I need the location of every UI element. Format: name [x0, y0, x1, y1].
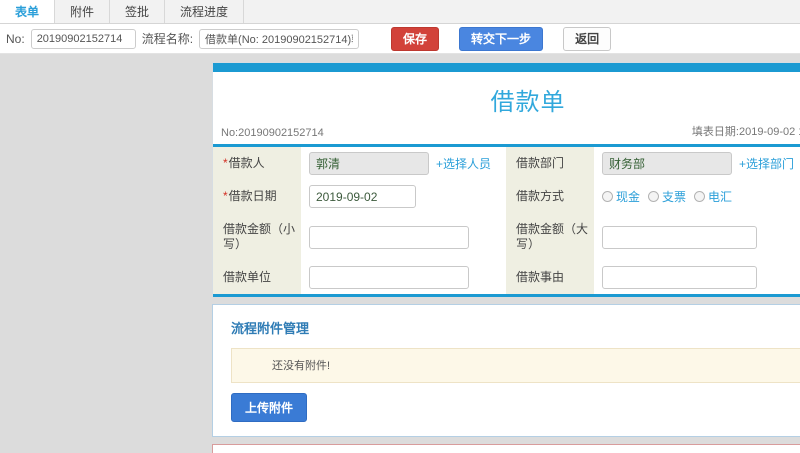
form-row-1: *借款人 +选择人员 借款部门 +选择部门 — [213, 147, 800, 180]
required-mark: * — [223, 189, 228, 203]
back-button[interactable]: 返回 — [563, 26, 612, 51]
tab-form[interactable]: 表单 — [0, 0, 56, 23]
loan-method-radio-group: 现金 支票 电汇 — [602, 188, 732, 205]
form-row-4: 借款单位 借款事由 — [213, 261, 800, 294]
forward-next-step-button[interactable]: 转交下一步 — [459, 26, 544, 51]
attachment-heading: 流程附件管理 — [231, 321, 310, 336]
amount-uppercase-label: 借款金额（大写） — [506, 213, 594, 261]
panel-top-accent-bar — [213, 63, 800, 72]
loan-reason-label: 借款事由 — [506, 261, 594, 294]
select-department-link[interactable]: +选择部门 — [739, 155, 794, 172]
amount-lowercase-label: 借款金额（小写） — [213, 213, 301, 261]
amount-lowercase-input[interactable] — [309, 225, 469, 249]
department-label: 借款部门 — [506, 147, 594, 180]
required-mark: * — [223, 156, 228, 170]
main-content: 借款单 No:20190902152714 填表日期:2019-09-02 15… — [212, 62, 800, 453]
tab-attachments[interactable]: 附件 — [55, 0, 111, 23]
doc-number: No:20190902152714 — [221, 127, 324, 139]
tab-process-progress[interactable]: 流程进度 — [165, 0, 245, 23]
process-name-label: 流程名称: — [141, 32, 194, 46]
form-row-2: *借款日期 借款方式 现金 支票 — [213, 180, 800, 213]
loan-unit-label: 借款单位 — [213, 261, 301, 294]
radio-circle-icon — [602, 191, 613, 202]
loan-method-label: 借款方式 — [506, 180, 594, 213]
tab-approval[interactable]: 签批 — [110, 0, 166, 23]
select-person-link[interactable]: +选择人员 — [436, 155, 491, 172]
no-attachment-message: 还没有附件! — [231, 348, 800, 383]
form-title: 借款单 — [490, 89, 566, 116]
attachment-panel: 流程附件管理 还没有附件! 上传附件 — [212, 304, 800, 437]
radio-cheque[interactable]: 支票 — [648, 188, 686, 205]
no-input[interactable] — [30, 28, 136, 49]
radio-wire-transfer[interactable]: 电汇 — [694, 188, 732, 205]
fill-date: 填表日期:2019-09-02 15:27:1 — [691, 126, 800, 138]
department-input[interactable] — [602, 152, 732, 175]
form-meta-row: No:20190902152714 填表日期:2019-09-02 15:27:… — [213, 123, 800, 144]
borrower-input[interactable] — [309, 152, 429, 175]
process-name-input[interactable] — [199, 28, 360, 49]
loan-date-input[interactable] — [309, 185, 416, 208]
save-button[interactable]: 保存 — [391, 26, 440, 51]
action-toolbar: No: 流程名称: 保存 转交下一步 返回 — [0, 24, 800, 54]
form-bottom-accent-bar — [213, 294, 800, 297]
upload-attachment-button[interactable]: 上传附件 — [231, 393, 308, 422]
amount-uppercase-input[interactable] — [602, 225, 757, 249]
loan-reason-input[interactable] — [602, 266, 757, 289]
loan-date-label: *借款日期 — [213, 180, 301, 213]
loan-unit-input[interactable] — [309, 266, 469, 289]
radio-cash[interactable]: 现金 — [602, 188, 640, 205]
loan-form-panel: 借款单 No:20190902152714 填表日期:2019-09-02 15… — [212, 62, 800, 297]
radio-circle-icon — [648, 191, 660, 202]
borrower-label: *借款人 — [213, 147, 301, 180]
tab-bar: 表单 附件 签批 流程进度 — [0, 0, 800, 24]
radio-circle-icon — [694, 191, 706, 202]
no-label: No: — [6, 31, 25, 46]
form-row-3: 借款金额（小写） 借款金额（大写） — [213, 213, 800, 261]
approval-panel: 流程签批意见 B I abc ✎ — [212, 444, 800, 453]
